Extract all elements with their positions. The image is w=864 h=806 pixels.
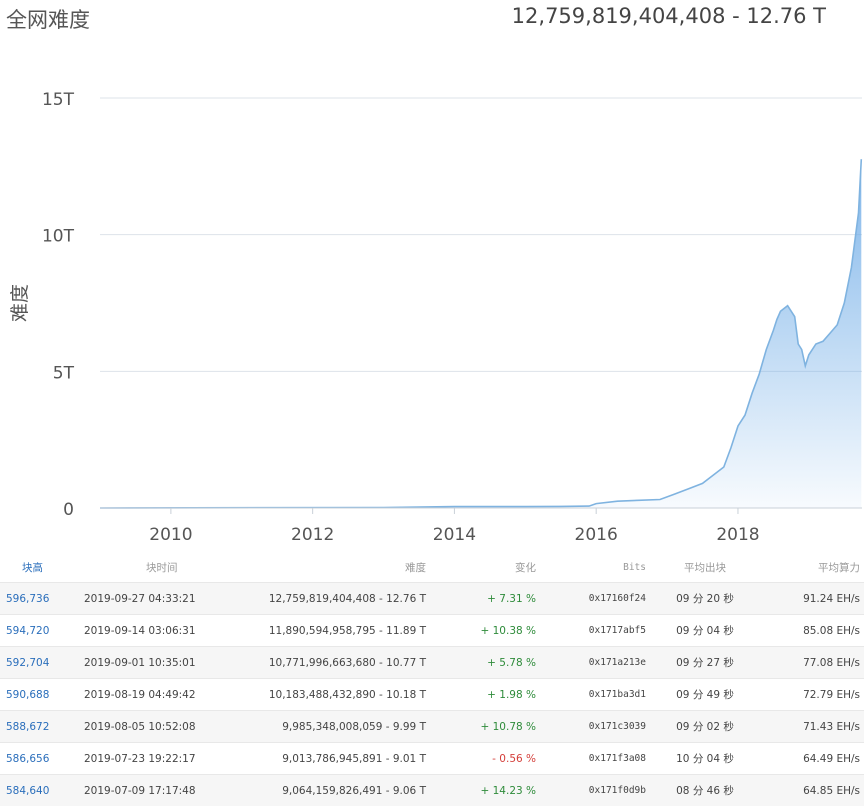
avg-block-time-cell: 09 分 49 秒 [650, 679, 760, 711]
difficulty-table: 块高 块时间 难度 变化 Bits 平均出块 平均算力 596,7362019-… [0, 552, 864, 806]
col-difficulty-header: 难度 [230, 552, 430, 583]
difficulty-cell: 10,771,996,663,680 - 10.77 T [230, 647, 430, 679]
hashrate-cell: 85.08 EH/s [760, 615, 864, 647]
bits-cell: 0x171f0d9b [540, 775, 650, 806]
avg-block-time-cell: 09 分 20 秒 [650, 583, 760, 615]
table-row: 596,7362019-09-27 04:33:2112,759,819,404… [0, 583, 864, 615]
block-height-link[interactable]: 584,640 [0, 775, 80, 806]
block-height-link[interactable]: 588,672 [0, 711, 80, 743]
change-cell: + 1.98 % [430, 679, 540, 711]
block-height-link[interactable]: 596,736 [0, 583, 80, 615]
col-bits-header: Bits [540, 552, 650, 583]
x-tick-label: 2012 [291, 525, 334, 545]
avg-block-time-cell: 10 分 04 秒 [650, 743, 760, 775]
bits-cell: 0x171f3a08 [540, 743, 650, 775]
change-cell: + 10.78 % [430, 711, 540, 743]
table-row: 592,7042019-09-01 10:35:0110,771,996,663… [0, 647, 864, 679]
avg-block-time-cell: 09 分 04 秒 [650, 615, 760, 647]
col-hashrate-header: 平均算力 [760, 552, 864, 583]
difficulty-chart: 0 5T 10T 15T 2010 2012 2014 2016 2018 难度 [0, 0, 864, 552]
col-height-header: 块高 [0, 552, 80, 583]
block-time: 2019-08-05 10:52:08 [80, 711, 230, 743]
table-row: 588,6722019-08-05 10:52:089,985,348,008,… [0, 711, 864, 743]
table-row: 594,7202019-09-14 03:06:3111,890,594,958… [0, 615, 864, 647]
x-tick-label: 2016 [575, 525, 618, 545]
hashrate-cell: 72.79 EH/s [760, 679, 864, 711]
change-cell: - 0.56 % [430, 743, 540, 775]
block-time: 2019-09-01 10:35:01 [80, 647, 230, 679]
hashrate-cell: 64.85 EH/s [760, 775, 864, 806]
series-area [100, 159, 861, 508]
table-row: 590,6882019-08-19 04:49:4210,183,488,432… [0, 679, 864, 711]
block-height-link[interactable]: 586,656 [0, 743, 80, 775]
block-height-link[interactable]: 590,688 [0, 679, 80, 711]
y-axis-title: 难度 [9, 284, 31, 322]
bits-cell: 0x17160f24 [540, 583, 650, 615]
difficulty-cell: 9,064,159,826,491 - 9.06 T [230, 775, 430, 806]
change-cell: + 10.38 % [430, 615, 540, 647]
y-tick-label: 10T [42, 227, 75, 247]
col-change-header: 变化 [430, 552, 540, 583]
col-avgblock-header: 平均出块 [650, 552, 760, 583]
y-tick-label: 0 [63, 500, 74, 520]
difficulty-cell: 9,985,348,008,059 - 9.99 T [230, 711, 430, 743]
block-time: 2019-07-23 19:22:17 [80, 743, 230, 775]
x-tick-label: 2010 [149, 525, 192, 545]
avg-block-time-cell: 09 分 27 秒 [650, 647, 760, 679]
avg-block-time-cell: 08 分 46 秒 [650, 775, 760, 806]
hashrate-cell: 71.43 EH/s [760, 711, 864, 743]
change-cell: + 14.23 % [430, 775, 540, 806]
bits-cell: 0x171a213e [540, 647, 650, 679]
change-cell: + 7.31 % [430, 583, 540, 615]
block-height-link[interactable]: 592,704 [0, 647, 80, 679]
x-tick-label: 2018 [716, 525, 759, 545]
bits-cell: 0x171ba3d1 [540, 679, 650, 711]
bits-cell: 0x171c3039 [540, 711, 650, 743]
hashrate-cell: 77.08 EH/s [760, 647, 864, 679]
table-row: 584,6402019-07-09 17:17:489,064,159,826,… [0, 775, 864, 806]
col-time-header: 块时间 [80, 552, 230, 583]
difficulty-cell: 10,183,488,432,890 - 10.18 T [230, 679, 430, 711]
y-tick-label: 5T [53, 363, 75, 383]
avg-block-time-cell: 09 分 02 秒 [650, 711, 760, 743]
difficulty-cell: 9,013,786,945,891 - 9.01 T [230, 743, 430, 775]
y-tick-label: 15T [42, 90, 75, 110]
hashrate-cell: 91.24 EH/s [760, 583, 864, 615]
hashrate-cell: 64.49 EH/s [760, 743, 864, 775]
block-time: 2019-08-19 04:49:42 [80, 679, 230, 711]
bits-cell: 0x1717abf5 [540, 615, 650, 647]
difficulty-cell: 11,890,594,958,795 - 11.89 T [230, 615, 430, 647]
block-time: 2019-09-14 03:06:31 [80, 615, 230, 647]
table-header-row: 块高 块时间 难度 变化 Bits 平均出块 平均算力 [0, 552, 864, 583]
table-row: 586,6562019-07-23 19:22:179,013,786,945,… [0, 743, 864, 775]
block-time: 2019-07-09 17:17:48 [80, 775, 230, 806]
block-height-link[interactable]: 594,720 [0, 615, 80, 647]
x-tick-label: 2014 [433, 525, 476, 545]
block-time: 2019-09-27 04:33:21 [80, 583, 230, 615]
change-cell: + 5.78 % [430, 647, 540, 679]
difficulty-cell: 12,759,819,404,408 - 12.76 T [230, 583, 430, 615]
